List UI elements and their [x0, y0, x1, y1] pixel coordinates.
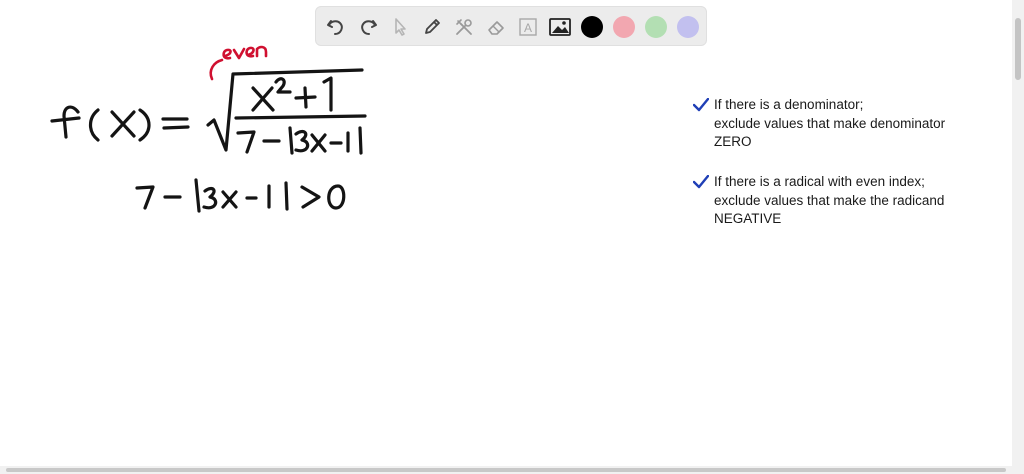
whiteboard-canvas[interactable]: A If there is a denominator; exclude val… — [0, 0, 1024, 474]
undo-button[interactable] — [324, 15, 348, 39]
note-line: exclude values that make denominator — [714, 115, 946, 131]
select-tool-button[interactable] — [388, 15, 412, 39]
pen-icon — [425, 19, 440, 34]
redo-button[interactable] — [356, 15, 380, 39]
note-line: If there is a radical with even index; — [714, 174, 925, 189]
checkmark-icon — [693, 98, 709, 112]
pointer-icon — [395, 18, 406, 36]
vertical-scrollbar[interactable] — [1012, 0, 1024, 474]
eraser-tool-button[interactable] — [484, 15, 508, 39]
pen-tool-button[interactable] — [420, 15, 444, 39]
text-icon: A — [519, 18, 537, 36]
checkmark-icon — [693, 175, 709, 189]
undo-icon — [327, 20, 343, 35]
tools-icon — [456, 19, 472, 35]
handwriting-layer — [50, 45, 367, 213]
vertical-scroll-thumb[interactable] — [1015, 18, 1021, 80]
color-swatch-lavender[interactable] — [677, 16, 699, 38]
numerator — [251, 76, 333, 112]
color-swatch-black[interactable] — [581, 16, 603, 38]
note-line: ZERO — [714, 134, 752, 149]
text-tool-button[interactable]: A — [516, 15, 540, 39]
fraction-bar — [234, 114, 367, 120]
color-swatch-green[interactable] — [645, 16, 667, 38]
function-label — [50, 105, 190, 142]
note-line: NEGATIVE — [714, 211, 782, 226]
image-tool-button[interactable] — [548, 15, 572, 39]
drawing-toolbar: A — [315, 6, 707, 46]
eraser-icon — [488, 21, 504, 35]
horizontal-scroll-thumb[interactable] — [6, 468, 1006, 472]
color-swatch-pink[interactable] — [613, 16, 635, 38]
note-line: If there is a denominator; — [714, 97, 864, 112]
redo-icon — [361, 20, 377, 35]
tools-button[interactable] — [452, 15, 476, 39]
inequality — [135, 178, 346, 213]
denominator — [236, 126, 363, 155]
image-icon — [549, 18, 571, 36]
note-line: exclude values that make the radicand — [714, 192, 945, 208]
svg-text:A: A — [524, 21, 532, 35]
horizontal-scrollbar[interactable] — [0, 466, 1024, 474]
